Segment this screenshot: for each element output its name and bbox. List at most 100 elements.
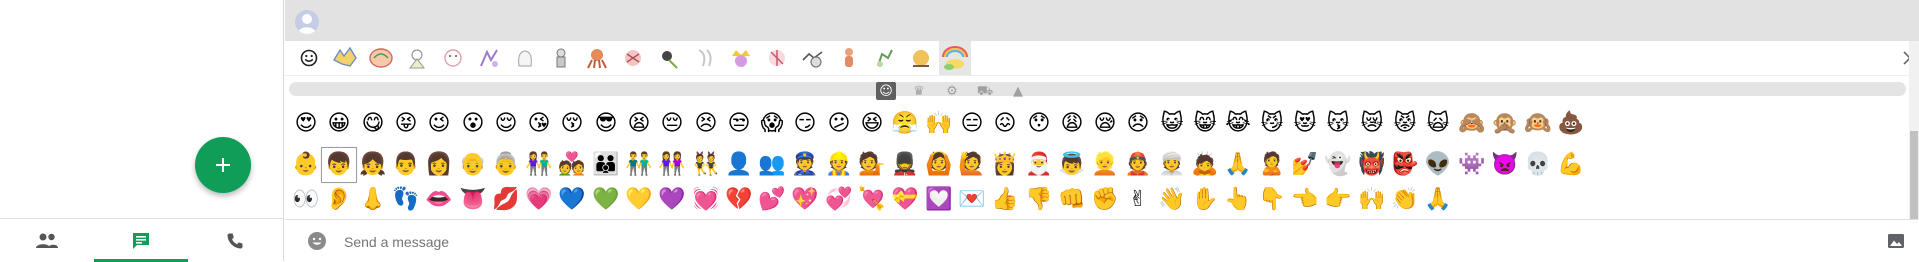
emoji-item[interactable]: 😩 [1055, 107, 1089, 141]
emoji-item[interactable]: 😸 [1188, 107, 1222, 141]
new-conversation-button[interactable] [195, 137, 251, 193]
emoji-item[interactable]: 🙇 [1188, 148, 1222, 182]
sticker-pack-7[interactable] [547, 44, 575, 72]
sticker-pack-16[interactable] [871, 44, 899, 72]
emoji-item[interactable]: 👈 [1288, 183, 1322, 217]
emoji-item[interactable]: 😒 [722, 107, 756, 141]
emoji-item[interactable]: 💛 [622, 183, 656, 217]
emoji-item[interactable]: 👵 [489, 148, 523, 182]
emoji-item[interactable]: 😋 [356, 107, 390, 141]
smiley-button-icon[interactable] [307, 231, 327, 251]
emoji-item[interactable]: 👃 [356, 183, 390, 217]
emoji-item[interactable]: 😉 [422, 107, 456, 141]
emoji-item[interactable]: 🙌 [1355, 183, 1389, 217]
sticker-pack-18-selected[interactable] [941, 44, 969, 72]
emoji-item[interactable]: 👩 [422, 148, 456, 182]
emoji-item[interactable]: 😪 [1088, 107, 1122, 141]
emoji-item[interactable]: 👮 [788, 148, 822, 182]
emoji-item[interactable]: 💪 [1554, 148, 1588, 182]
emoji-item[interactable]: 😱 [755, 107, 789, 141]
triangle-icon[interactable]: ▲ [1008, 82, 1028, 100]
emoji-item[interactable]: 🙈 [1455, 107, 1489, 141]
emoji-item[interactable]: 😝 [389, 107, 423, 141]
emoji-item[interactable]: 👄 [422, 183, 456, 217]
emoji-item[interactable]: 🙆 [922, 148, 956, 182]
emoji-item[interactable]: 👱 [1088, 148, 1122, 182]
emoji-item[interactable]: 😍 [289, 107, 323, 141]
emoji-item[interactable]: 👪 [589, 148, 623, 182]
sticker-pack-10[interactable] [655, 44, 683, 72]
emoji-item[interactable]: 💌 [955, 183, 989, 217]
emoji-item[interactable]: 😻 [1288, 107, 1322, 141]
emoji-item[interactable]: 👺 [1388, 148, 1422, 182]
emoji-item[interactable]: 👤 [722, 148, 756, 182]
emoji-item[interactable]: 💀 [1521, 148, 1555, 182]
emoji-item[interactable]: 🎅 [1022, 148, 1056, 182]
emoji-item[interactable]: 💞 [822, 183, 856, 217]
emoji-item[interactable]: 👂 [322, 183, 356, 217]
emoji-item[interactable]: 💁 [855, 148, 889, 182]
sticker-pack-12[interactable] [727, 44, 755, 72]
sticker-pack-11[interactable] [691, 44, 719, 72]
emoji-item[interactable]: 👶 [289, 148, 323, 182]
emoji-item[interactable]: 😚 [555, 107, 589, 141]
person-avatar-icon[interactable] [295, 10, 319, 34]
emoji-item[interactable]: 😌 [489, 107, 523, 141]
emoji-item[interactable]: 😾 [1388, 107, 1422, 141]
emoji-item[interactable]: 💓 [689, 183, 723, 217]
emoji-item[interactable]: 🙋 [955, 148, 989, 182]
emoji-item[interactable]: 👦 [321, 147, 357, 183]
emoji-item[interactable]: 👳 [1155, 148, 1189, 182]
emoji-item[interactable]: 👊 [1055, 183, 1089, 217]
emoji-item[interactable]: 😀 [322, 107, 356, 141]
emoji-item[interactable]: 💝 [888, 183, 922, 217]
emoji-item[interactable]: 👅 [456, 183, 490, 217]
emoji-item[interactable]: ✊ [1088, 183, 1122, 217]
emoji-item[interactable]: ✌ [1121, 183, 1155, 217]
emoji-item[interactable]: 💔 [722, 183, 756, 217]
emoji-item[interactable]: 💋 [489, 183, 523, 217]
emoji-item[interactable]: 💅 [1288, 148, 1322, 182]
smiley-outline-icon[interactable] [295, 44, 323, 72]
tab-contacts[interactable] [0, 219, 94, 262]
emoji-item[interactable]: 💖 [788, 183, 822, 217]
emoji-item[interactable]: 🙏 [1221, 148, 1255, 182]
emoji-item[interactable]: 👸 [988, 148, 1022, 182]
emoji-item[interactable]: 😎 [589, 107, 623, 141]
emoji-item[interactable]: 😖 [988, 107, 1022, 141]
emoji-item[interactable]: 😯 [1022, 107, 1056, 141]
emoji-item[interactable]: 🙊 [1488, 107, 1522, 141]
emoji-item[interactable]: 😼 [1255, 107, 1289, 141]
emoji-item[interactable]: 😹 [1221, 107, 1255, 141]
emoji-item[interactable]: ✋ [1188, 183, 1222, 217]
message-input[interactable] [342, 230, 1846, 254]
emoji-item[interactable]: 👨 [389, 148, 423, 182]
sticker-pack-17[interactable] [907, 44, 935, 72]
gear-icon[interactable]: ⚙ [942, 82, 962, 100]
emoji-item[interactable]: 😆 [855, 107, 889, 141]
emoji-item[interactable]: 👇 [1255, 183, 1289, 217]
emoji-item[interactable]: 👽 [1421, 148, 1455, 182]
emoji-item[interactable]: 😑 [955, 107, 989, 141]
emoji-item[interactable]: 👭 [655, 148, 689, 182]
emoji-item[interactable]: 👾 [1455, 148, 1489, 182]
emoji-item[interactable]: 💜 [655, 183, 689, 217]
emoji-item[interactable]: 💂 [888, 148, 922, 182]
emoji-item[interactable]: 😣 [689, 107, 723, 141]
emoji-item[interactable]: 😏 [788, 107, 822, 141]
emoji-item[interactable]: 💑 [555, 148, 589, 182]
emoji-item[interactable]: 👣 [389, 183, 423, 217]
sticker-pack-9[interactable] [619, 44, 647, 72]
emoji-item[interactable]: 💙 [555, 183, 589, 217]
emoji-item[interactable]: 😞 [1121, 107, 1155, 141]
emoji-item[interactable]: 👼 [1055, 148, 1089, 182]
emoji-item[interactable]: 👹 [1355, 148, 1389, 182]
emoji-item[interactable]: 👆 [1221, 183, 1255, 217]
car-icon[interactable]: ⛟ [975, 82, 995, 100]
emoji-item[interactable]: 👏 [1388, 183, 1422, 217]
sticker-pack-4[interactable] [439, 44, 467, 72]
sticker-pack-1[interactable] [331, 44, 359, 72]
emoji-item[interactable]: 🙎 [1255, 148, 1289, 182]
smiley-icon[interactable]: ☺ [876, 82, 896, 100]
emoji-item[interactable]: 😽 [1321, 107, 1355, 141]
